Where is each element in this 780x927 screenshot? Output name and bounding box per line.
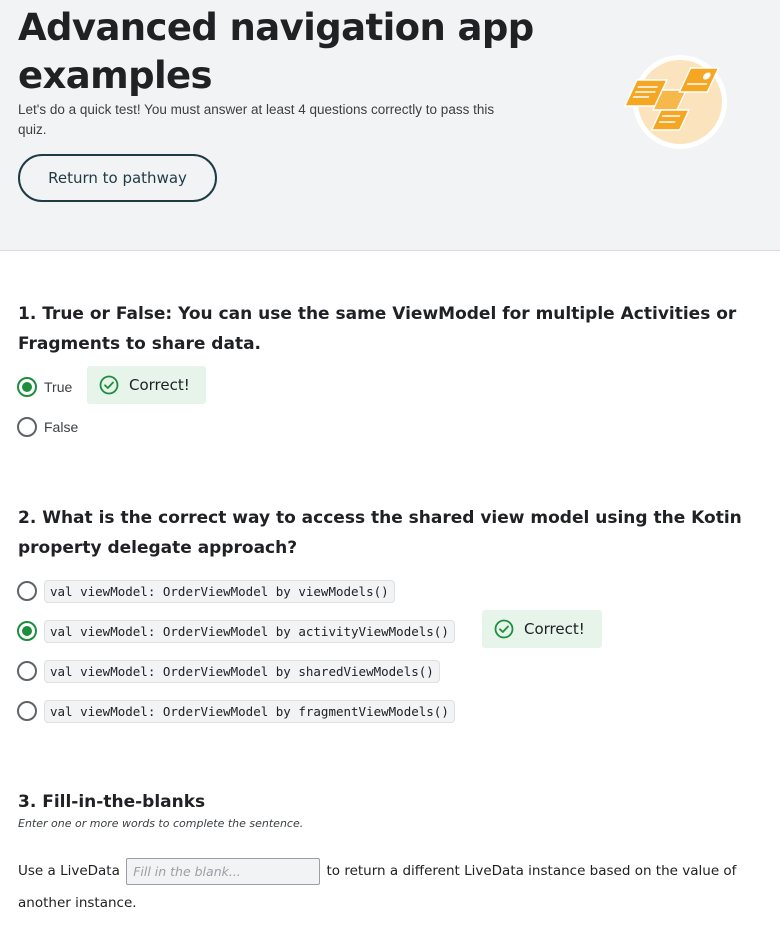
question-3-title: 3. Fill-in-the-blanks	[18, 792, 206, 812]
documents-illustration-icon	[623, 55, 727, 149]
code-option-label: val viewModel: OrderViewModel by viewMod…	[44, 579, 395, 603]
quiz-description: Let's do a quick test! You must answer a…	[18, 102, 495, 137]
code-option-label: val viewModel: OrderViewModel by fragmen…	[44, 699, 455, 723]
quiz-header: Advanced navigation app examples Let's d…	[0, 0, 780, 251]
radio-unselected[interactable]	[17, 417, 37, 437]
q2-option-2[interactable]: val viewModel: OrderViewModel by activit…	[17, 619, 455, 643]
question-3-hint: Enter one or more words to complete the …	[18, 817, 304, 830]
option-label: False	[44, 419, 79, 435]
q2-option-1[interactable]: val viewModel: OrderViewModel by viewMod…	[17, 579, 395, 603]
page-title: Advanced navigation app examples	[18, 6, 534, 97]
fill-in-sentence: Use a LiveData to return a different Liv…	[18, 855, 758, 919]
q2-option-4[interactable]: val viewModel: OrderViewModel by fragmen…	[17, 699, 455, 723]
question-1-title: 1. True or False: You can use the same V…	[18, 304, 737, 354]
correct-label: Correct!	[129, 376, 190, 394]
sentence-start: Use a LiveData	[18, 863, 120, 879]
q2-option-3[interactable]: val viewModel: OrderViewModel by sharedV…	[17, 659, 440, 683]
radio-unselected[interactable]	[17, 661, 37, 681]
radio-selected[interactable]	[17, 621, 37, 641]
fill-in-blank-input[interactable]	[126, 857, 321, 885]
q2-correct-badge: Correct!	[482, 610, 602, 648]
q1-option-true[interactable]: True	[17, 375, 72, 399]
code-option-label: val viewModel: OrderViewModel by sharedV…	[44, 659, 440, 683]
radio-unselected[interactable]	[17, 701, 37, 721]
q1-option-false[interactable]: False	[17, 415, 78, 439]
correct-label: Correct!	[524, 620, 585, 638]
radio-selected[interactable]	[17, 377, 37, 397]
question-2-title: 2. What is the correct way to access the…	[18, 508, 742, 558]
code-option-label: val viewModel: OrderViewModel by activit…	[44, 619, 455, 643]
return-to-pathway-button[interactable]: Return to pathway	[18, 154, 217, 202]
q1-correct-badge: Correct!	[87, 366, 206, 404]
check-circle-icon	[494, 619, 514, 639]
radio-unselected[interactable]	[17, 581, 37, 601]
check-circle-icon	[99, 375, 119, 395]
option-label: True	[44, 379, 73, 395]
